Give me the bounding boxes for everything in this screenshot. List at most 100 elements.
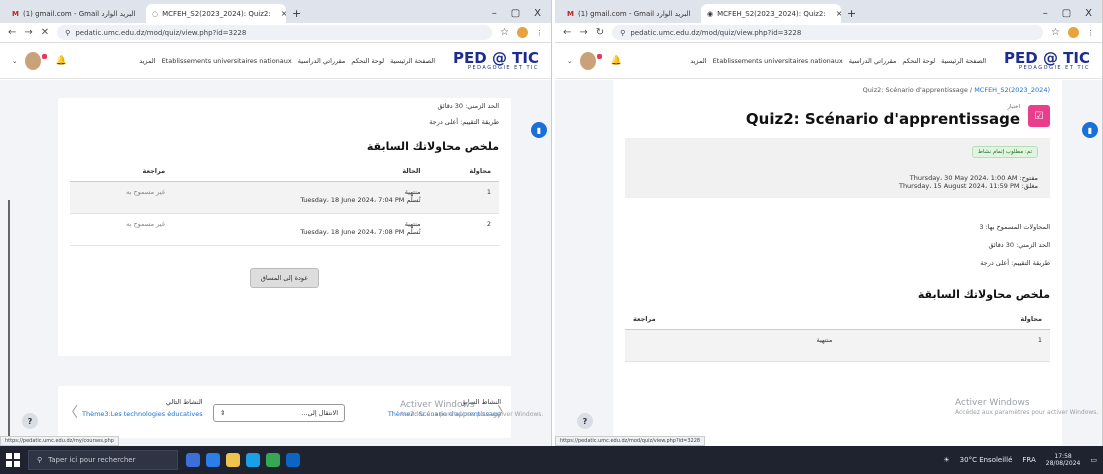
forward-button[interactable]: → xyxy=(579,27,587,38)
site-header: ⌄ 🔔 الصفحة الرئيسية لوحة التحكم مقرراتي … xyxy=(0,43,551,79)
scrollbar[interactable] xyxy=(8,200,10,446)
reload-icon[interactable]: ↻ xyxy=(596,27,604,38)
site-logo[interactable]: PED @ TIC PEDAGOGIE ET TIC xyxy=(1004,50,1090,71)
table-row: 2 منتهية تُسلّم Tuesday، 18 June 2024، 7:… xyxy=(70,213,499,246)
nav-etablissements[interactable]: Etablissements universitaires nationaux xyxy=(713,57,843,65)
tab-quiz[interactable]: ◉MCFEH_S2(2023_2024): Quiz2: × xyxy=(701,4,841,23)
weather-text[interactable]: 30°C Ensoleillé xyxy=(960,456,1013,464)
profile-avatar[interactable] xyxy=(517,27,528,38)
tab-quiz[interactable]: ◌MCFEH_S2(2023_2024): Quiz2: × xyxy=(146,4,286,23)
new-tab-button[interactable]: + xyxy=(841,4,862,23)
nav-courses[interactable]: مقرراتي الدراسية xyxy=(849,57,897,65)
url-field[interactable]: ⚲ pedatic.umc.edu.dz/mod/quiz/view.php?id… xyxy=(57,25,493,40)
start-button[interactable] xyxy=(6,453,20,467)
site-info-icon[interactable]: ⚲ xyxy=(65,29,70,37)
jump-to-select[interactable]: الانتقال إلى... ⇕ xyxy=(213,404,345,422)
state-text: منتهية xyxy=(404,188,421,196)
back-to-course-button[interactable]: عودة إلى المساق xyxy=(249,268,320,288)
breadcrumb-course-link[interactable]: MCFEH_S2(2023_2024) xyxy=(974,86,1050,94)
tab-gmail[interactable]: M(1) gmail.com - Gmail البريد الوارد× xyxy=(561,4,701,23)
notification-icon[interactable]: ▭ xyxy=(1090,456,1097,464)
language-indicator[interactable]: FRA xyxy=(1022,456,1035,464)
taskbar-search[interactable]: ⚲ Taper ici pour rechercher xyxy=(28,450,178,470)
search-icon: ⚲ xyxy=(37,456,43,464)
nav-dashboard[interactable]: لوحة التحكم xyxy=(902,57,935,65)
nav-courses[interactable]: مقرراتي الدراسية xyxy=(298,57,346,65)
tab-gmail[interactable]: M(1) gmail.com - Gmail البريد الوارد× xyxy=(6,4,146,23)
minimize-button[interactable]: – xyxy=(492,8,497,19)
task-view-icon[interactable] xyxy=(186,453,200,467)
back-row: عودة إلى المساق xyxy=(58,268,511,288)
nav-more[interactable]: المزيد xyxy=(139,57,155,65)
mail-icon[interactable] xyxy=(246,453,260,467)
user-avatar[interactable] xyxy=(580,51,603,70)
nav-home[interactable]: الصفحة الرئيسية xyxy=(941,57,986,65)
app-icon[interactable] xyxy=(286,453,300,467)
quiz-info-card: الحد الزمني: 30 دقائق طريقة التقييم: أعل… xyxy=(58,98,511,356)
forward-button[interactable]: → xyxy=(24,27,32,38)
bell-icon[interactable]: 🔔 xyxy=(55,56,66,66)
attempt-number: 1 xyxy=(428,181,499,214)
file-explorer-icon[interactable] xyxy=(226,453,240,467)
address-bar: ← → ✕ ⚲ pedatic.umc.edu.dz/mod/quiz/view.… xyxy=(0,23,551,43)
nav-dashboard[interactable]: لوحة التحكم xyxy=(351,57,384,65)
screenshot: M(1) gmail.com - Gmail البريد الوارد× ◌M… xyxy=(0,0,1103,474)
breadcrumb: Quiz2: Scénario d'apprentissage / MCFEH_… xyxy=(862,86,1050,94)
nav-more[interactable]: المزيد xyxy=(690,57,706,65)
attempt-number: 2 xyxy=(428,213,499,246)
bell-icon[interactable]: 🔔 xyxy=(610,56,621,66)
minimize-button[interactable]: – xyxy=(1043,8,1048,19)
bookmark-star-icon[interactable]: ☆ xyxy=(500,27,509,38)
back-button[interactable]: ← xyxy=(8,27,16,38)
tab-label: (1) gmail.com - Gmail البريد الوارد xyxy=(577,9,691,18)
watermark-title: Activer Windows xyxy=(955,398,1030,408)
review-cell: غير مسموح به xyxy=(70,213,174,246)
site-logo[interactable]: PED @ TIC PEDAGOGIE ET TIC xyxy=(453,50,539,71)
chevron-down-icon[interactable]: ⌄ xyxy=(567,57,572,65)
site-info-icon[interactable]: ⚲ xyxy=(620,29,625,37)
stop-button[interactable]: ✕ xyxy=(41,27,49,38)
grading-method: طريقة التقييم: أعلى درجة xyxy=(980,259,1050,267)
drawer-toggle-button[interactable]: ▮ xyxy=(1082,122,1098,138)
help-button[interactable]: ? xyxy=(577,413,593,429)
user-avatar[interactable] xyxy=(25,51,48,70)
top-nav: الصفحة الرئيسية لوحة التحكم مقرراتي الدر… xyxy=(690,57,986,65)
drawer-toggle-button[interactable]: ▮ xyxy=(531,122,547,138)
url-field[interactable]: ⚲ pedatic.umc.edu.dz/mod/quiz/view.php?id… xyxy=(612,25,1044,40)
submitted-date: تُسلّم Tuesday، 18 June 2024، 7:08 PM xyxy=(300,228,421,236)
chevron-down-icon[interactable]: ⌄ xyxy=(12,57,17,65)
attempt-number: 1 xyxy=(840,329,1050,362)
nav-home[interactable]: الصفحة الرئيسية xyxy=(390,57,435,65)
attempt-number-text: 1 xyxy=(1037,336,1042,344)
table-row: 1 منتهية تُسلّم Tuesday، 18 June 2024، 7:… xyxy=(70,181,499,214)
close-window-button[interactable]: X xyxy=(534,8,541,19)
tab-strip: M(1) gmail.com - Gmail البريد الوارد× ◌M… xyxy=(0,0,551,23)
help-button[interactable]: ? xyxy=(22,413,38,429)
search-placeholder: Taper ici pour rechercher xyxy=(48,456,136,464)
nav-etablissements[interactable]: Etablissements universitaires nationaux xyxy=(162,57,292,65)
close-window-button[interactable]: X xyxy=(1085,8,1092,19)
weather-icon[interactable]: ☀ xyxy=(943,456,949,464)
back-button[interactable]: ← xyxy=(563,27,571,38)
chrome-icon[interactable] xyxy=(266,453,280,467)
maximize-button[interactable]: ▢ xyxy=(511,8,520,19)
col-review: مراجعة xyxy=(70,161,174,182)
menu-icon[interactable]: ⋮ xyxy=(1087,29,1094,37)
browser-window-right: M(1) gmail.com - Gmail البريد الوارد× ◉M… xyxy=(555,0,1103,446)
profile-avatar[interactable] xyxy=(1068,27,1079,38)
window-controls: – ▢ X xyxy=(492,4,551,23)
top-nav: الصفحة الرئيسية لوحة التحكم مقرراتي الدر… xyxy=(139,57,435,65)
chevron-left-icon[interactable]: 〈 xyxy=(64,402,78,422)
title-block: اختبار Quiz2: Scénario d'apprentissage xyxy=(746,104,1020,128)
completion-badge: تم: مطلوب إتمام نشاط xyxy=(971,146,1038,158)
new-tab-button[interactable]: + xyxy=(286,4,307,23)
maximize-button[interactable]: ▢ xyxy=(1062,8,1071,19)
select-arrows-icon: ⇕ xyxy=(220,409,226,417)
bookmark-star-icon[interactable]: ☆ xyxy=(1051,27,1060,38)
store-icon[interactable] xyxy=(206,453,220,467)
next-activity-link[interactable]: Thème3:Les technologies éducatives xyxy=(82,410,203,418)
clock[interactable]: 17:58 28/08/2024 xyxy=(1046,453,1081,467)
watermark-sub: Accédez aux paramètres pour activer Wind… xyxy=(400,410,544,418)
next-activity: النشاط التالي Thème3:Les technologies édu… xyxy=(82,398,203,418)
menu-icon[interactable]: ⋮ xyxy=(536,29,543,37)
